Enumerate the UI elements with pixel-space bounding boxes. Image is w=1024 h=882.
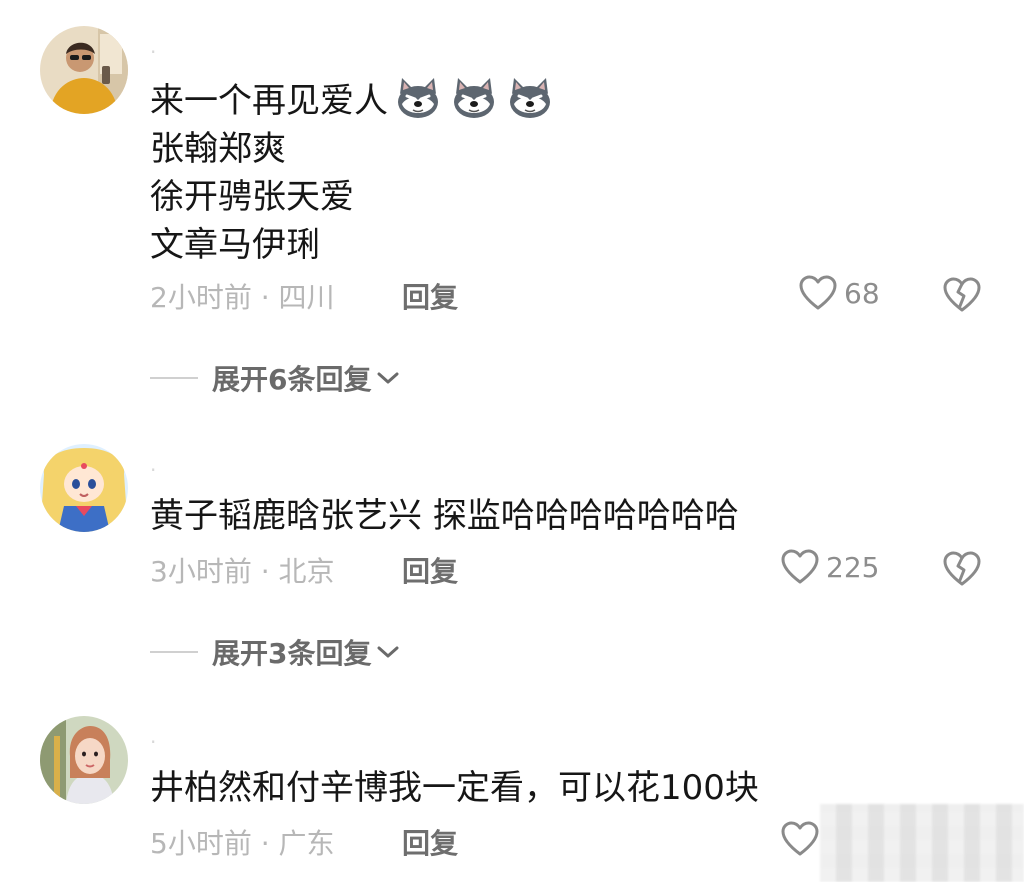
like-button[interactable]: 225: [780, 548, 879, 586]
comment-text: 井柏然和付辛博我一定看，可以花100块: [150, 764, 759, 812]
username-blurred[interactable]: ·: [150, 458, 158, 482]
comment-timestamp-location: 2小时前 · 四川: [150, 281, 335, 314]
comment-text: 黄子韬鹿晗张艺兴 探监哈哈哈哈哈哈哈: [150, 492, 739, 540]
broken-heart-icon: [943, 277, 981, 312]
reply-button[interactable]: 回复: [402, 822, 458, 862]
username-blurred[interactable]: ·: [150, 40, 158, 64]
heart-icon: [799, 275, 837, 310]
chevron-down-icon: [377, 372, 399, 384]
user-avatar-image: [40, 26, 128, 114]
comment-line: 张翰郑爽: [150, 129, 286, 169]
expand-replies-button[interactable]: 展开3条回复: [150, 632, 401, 672]
comment-line: 来一个再见爱人: [150, 81, 388, 121]
comment-timestamp-location: 3小时前 · 北京: [150, 555, 335, 588]
broken-heart-icon: [943, 551, 981, 586]
comment-line: 徐开骋张天爱: [150, 177, 354, 217]
dislike-button[interactable]: [942, 276, 982, 314]
reply-button[interactable]: 回复: [402, 276, 458, 316]
dislike-button[interactable]: [942, 550, 982, 588]
comment-text: 来一个再见爱人 张翰郑爽 徐开骋张天爱 文章马伊琍: [150, 76, 554, 269]
avatar[interactable]: [40, 716, 128, 804]
blurred-watermark: [820, 804, 1024, 882]
user-avatar-image: [40, 716, 128, 804]
wolf-face-emoji-icon: [398, 78, 438, 118]
comment-timestamp-location: 5小时前 · 广东: [150, 827, 335, 860]
like-count: 225: [826, 550, 880, 584]
avatar[interactable]: [40, 26, 128, 114]
divider-dash: [150, 651, 198, 653]
wolf-face-emoji-icon: [454, 78, 494, 118]
like-button[interactable]: 68: [798, 274, 880, 312]
expand-replies-label: 展开6条回复: [212, 363, 372, 396]
like-count: 68: [844, 276, 880, 310]
emoji-group: [394, 76, 554, 120]
expand-replies-label: 展开3条回复: [212, 637, 372, 670]
wolf-face-emoji-icon: [510, 78, 550, 118]
comment-line: 文章马伊琍: [150, 225, 320, 265]
chevron-down-icon: [377, 646, 399, 658]
comment-line: 黄子韬鹿晗张艺兴 探监哈哈哈哈哈哈哈: [150, 496, 739, 536]
heart-icon: [781, 821, 819, 856]
divider-dash: [150, 377, 198, 379]
comment-line: 井柏然和付辛博我一定看，可以花100块: [150, 768, 759, 808]
expand-replies-button[interactable]: 展开6条回复: [150, 358, 401, 398]
user-avatar-image: [40, 444, 128, 532]
avatar[interactable]: [40, 444, 128, 532]
username-blurred[interactable]: ·: [150, 730, 158, 754]
heart-icon: [781, 549, 819, 584]
reply-button[interactable]: 回复: [402, 550, 458, 590]
